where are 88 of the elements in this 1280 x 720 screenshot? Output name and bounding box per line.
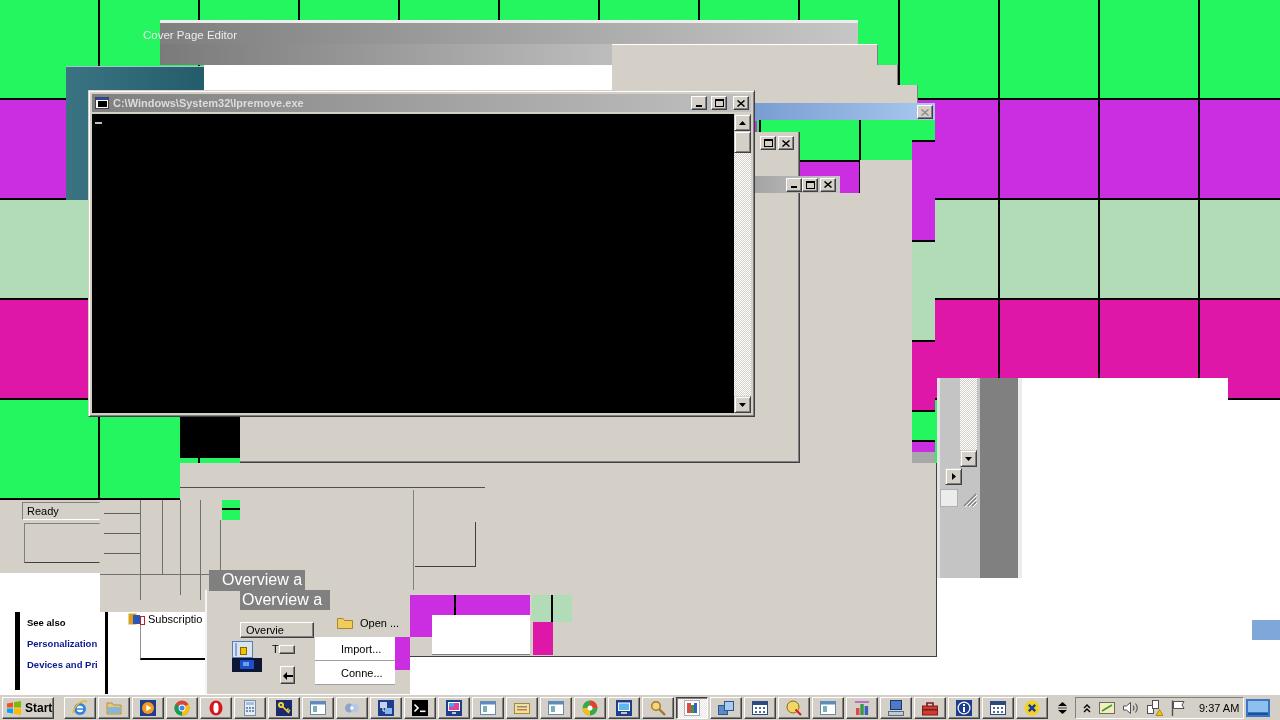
maximize-button[interactable]	[802, 177, 818, 192]
vertical-scrollbar[interactable]	[734, 114, 751, 413]
arrow-button[interactable]	[280, 666, 295, 684]
right-arrow-icon	[951, 472, 956, 480]
close-button[interactable]	[778, 136, 794, 150]
scroll-down-button[interactable]	[734, 396, 751, 413]
console-fragment	[180, 417, 240, 458]
globe-icon	[72, 699, 88, 716]
terminal-icon	[412, 699, 428, 716]
document-icon	[232, 640, 253, 658]
status-field	[940, 489, 958, 507]
close-button[interactable]	[820, 177, 836, 192]
maximize-icon	[763, 139, 773, 147]
scroll-thumb[interactable]	[734, 131, 751, 153]
key-icon	[276, 699, 292, 716]
window-title: C:\Windows\System32\lpremove.exe	[113, 97, 304, 109]
close-button[interactable]	[733, 96, 749, 110]
vertical-scrollbar[interactable]	[960, 378, 977, 467]
window-icon	[310, 699, 326, 716]
bar-chart-icon	[854, 699, 870, 716]
taskbar-button[interactable]	[676, 696, 708, 719]
window-icon	[548, 699, 564, 716]
window-fragment	[1252, 620, 1280, 640]
down-arrow-icon	[965, 456, 972, 461]
arrow-icon	[282, 670, 293, 680]
minimize-button[interactable]	[691, 96, 707, 110]
close-icon	[921, 108, 929, 116]
info-icon	[956, 699, 972, 716]
help-link[interactable]: Devices and Pri	[27, 654, 98, 675]
maximize-button[interactable]	[760, 136, 776, 150]
close-icon	[824, 181, 832, 188]
start-button[interactable]: Start	[2, 696, 54, 719]
calendar-icon	[752, 699, 768, 716]
folder-icon	[106, 699, 122, 716]
windows-stack-icon	[718, 699, 734, 716]
clock: 9:37 AM	[1199, 701, 1240, 714]
overview-button[interactable]: Overvie	[240, 622, 314, 638]
action-item[interactable]: Conne...	[315, 661, 395, 685]
maximize-button[interactable]	[711, 96, 727, 110]
minimize-button[interactable]	[786, 177, 802, 192]
scroll-down-button[interactable]	[960, 450, 977, 467]
scroll-up-button[interactable]	[734, 114, 751, 131]
network-warning-icon[interactable]	[1147, 699, 1163, 716]
device-icon	[232, 658, 262, 672]
up-arrow-icon	[739, 120, 746, 125]
circle-logo-icon	[174, 699, 190, 716]
maximize-icon	[805, 180, 815, 189]
down-arrow-icon	[739, 402, 746, 407]
magnifier-icon	[786, 699, 802, 716]
scroll-right-button[interactable]	[945, 467, 962, 485]
help-link[interactable]: Personalization	[27, 633, 98, 654]
window-icon	[820, 699, 836, 716]
folder-icon	[337, 617, 353, 629]
up-down-arrows-icon	[1057, 700, 1067, 715]
play-icon	[140, 699, 156, 716]
console-icon	[95, 97, 109, 109]
pinwheel-icon	[582, 699, 598, 716]
section-header: Overview a	[240, 590, 330, 610]
maximize-icon	[714, 99, 724, 107]
size-grip-icon	[963, 493, 977, 507]
magnifier-icon	[650, 699, 666, 716]
section-heading: See also	[27, 616, 66, 630]
screen-icon	[616, 699, 632, 716]
window-icon	[480, 699, 496, 716]
cross-icon	[1024, 699, 1040, 716]
cursor-icon	[95, 122, 102, 124]
show-desktop-button[interactable]	[1245, 696, 1272, 719]
flag-icon[interactable]	[1171, 699, 1185, 716]
display-icon[interactable]	[1099, 700, 1115, 715]
monitor-icon	[446, 699, 462, 716]
computer-icon	[888, 699, 904, 716]
screen-icon	[1246, 698, 1271, 717]
small-button[interactable]	[278, 644, 295, 654]
toolbox-icon	[922, 699, 938, 716]
section-header: Overview a	[209, 570, 305, 591]
tree-item[interactable]: Subscriptio	[128, 612, 205, 625]
color-blocks-icon	[684, 699, 700, 716]
calculator-icon	[242, 699, 258, 716]
ring-icon	[208, 699, 224, 716]
close-icon	[737, 99, 745, 107]
network-icon	[378, 699, 394, 716]
windows-flag-icon	[6, 699, 22, 716]
calendar-icon	[990, 699, 1006, 716]
action-item[interactable]: Import...	[315, 637, 395, 661]
close-icon	[782, 139, 790, 147]
minimize-icon	[791, 186, 797, 188]
item-label: T	[272, 643, 279, 655]
speaker-icon[interactable]	[1123, 700, 1139, 715]
